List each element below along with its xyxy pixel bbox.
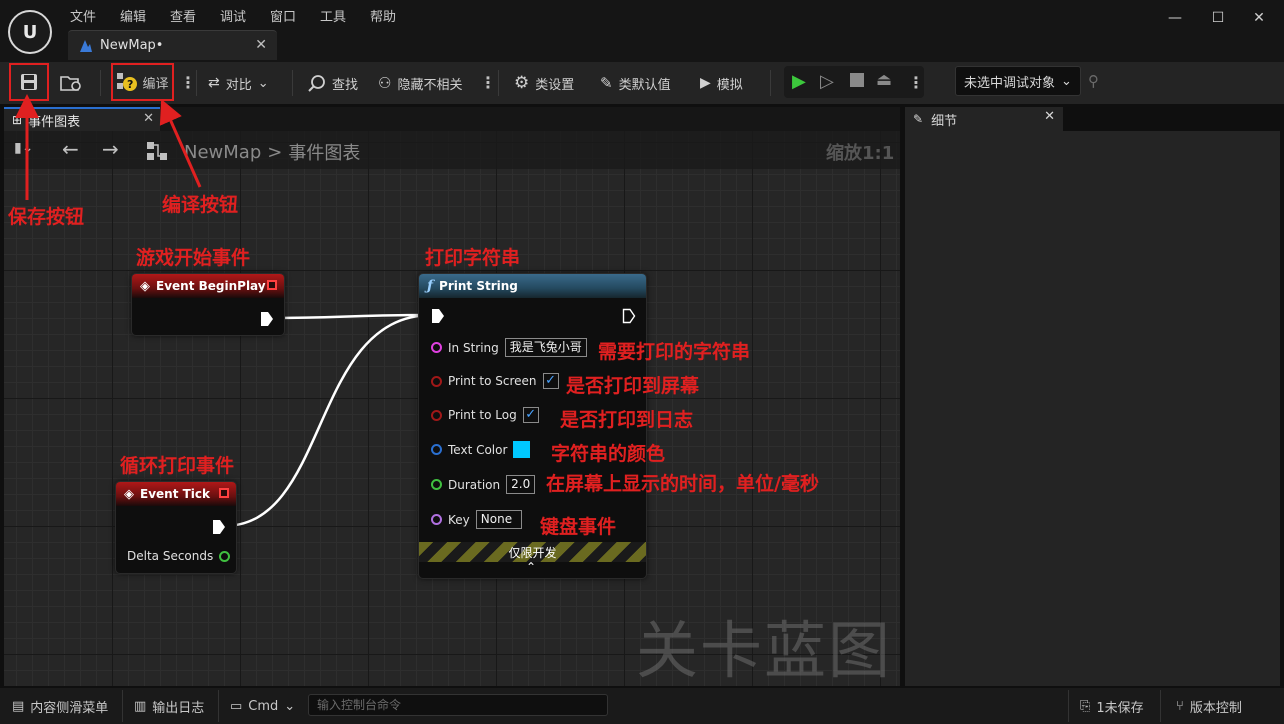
chevron-down-icon: ⌄ bbox=[284, 698, 296, 714]
annotation-tick: 循环打印事件 bbox=[120, 455, 235, 477]
status-separator bbox=[122, 690, 123, 722]
annotation-print-string: 打印字符串 bbox=[425, 247, 521, 269]
source-control-button[interactable]: ⑂ 版本控制 bbox=[1176, 695, 1242, 717]
annotation-save-button: 保存按钮 bbox=[8, 206, 85, 228]
status-separator bbox=[1068, 690, 1069, 722]
annotation-duration: 在屏幕上显示的时间，单位/毫秒 bbox=[546, 473, 819, 495]
unsaved-label: 1未保存 bbox=[1096, 700, 1144, 716]
output-log-icon: ▥ bbox=[134, 698, 147, 714]
annotation-in-string: 需要打印的字符串 bbox=[598, 341, 751, 363]
annotation-print-to-screen: 是否打印到屏幕 bbox=[566, 375, 700, 397]
cmd-label: Cmd bbox=[248, 698, 279, 714]
annotation-begin-play: 游戏开始事件 bbox=[136, 247, 251, 269]
source-control-label: 版本控制 bbox=[1189, 700, 1242, 716]
annotation-key: 键盘事件 bbox=[540, 516, 617, 538]
status-separator bbox=[1160, 690, 1161, 722]
annotation-compile-button: 编译按钮 bbox=[162, 194, 239, 216]
annotation-print-to-log: 是否打印到日志 bbox=[560, 409, 694, 431]
console-command-input[interactable]: 输入控制台命令 bbox=[308, 694, 608, 716]
content-drawer-button[interactable]: ▤ 内容侧滑菜单 bbox=[12, 695, 108, 717]
output-log-button[interactable]: ▥ 输出日志 bbox=[134, 695, 204, 717]
content-drawer-icon: ▤ bbox=[12, 698, 25, 714]
source-control-icon: ⑂ bbox=[1176, 698, 1184, 714]
content-drawer-label: 内容侧滑菜单 bbox=[30, 700, 109, 716]
annotation-text-color: 字符串的颜色 bbox=[551, 443, 666, 465]
unsaved-button[interactable]: ⎘ 1未保存 bbox=[1080, 695, 1144, 717]
console-icon: ▭ bbox=[230, 698, 243, 714]
cmd-dropdown[interactable]: ▭ Cmd ⌄ bbox=[230, 695, 295, 717]
output-log-label: 输出日志 bbox=[152, 700, 205, 716]
unsaved-icon: ⎘ bbox=[1080, 698, 1091, 714]
status-separator bbox=[218, 690, 219, 722]
